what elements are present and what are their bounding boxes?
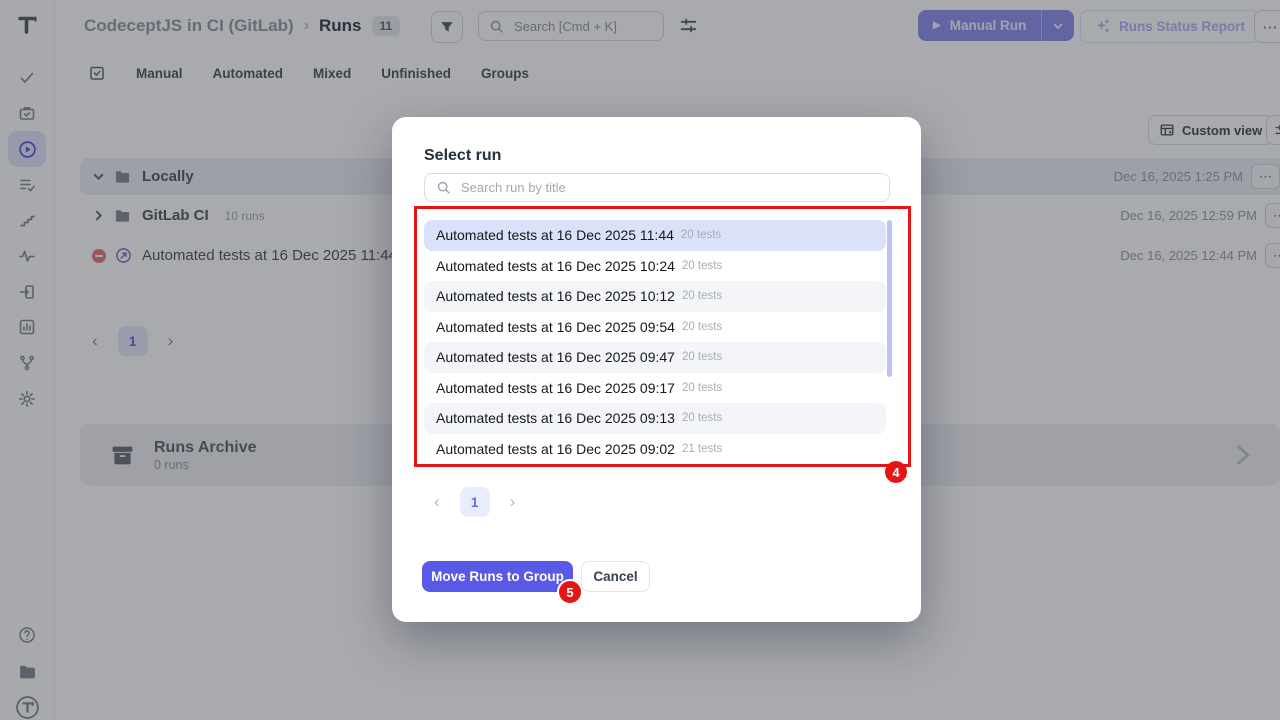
page-next-icon[interactable]: › — [510, 492, 516, 512]
page-number[interactable]: 1 — [460, 487, 490, 517]
search-icon — [436, 180, 451, 195]
annotation-step-4: 4 — [885, 461, 907, 483]
cancel-button[interactable]: Cancel — [581, 561, 650, 592]
app-window: CodeceptJS in CI (GitLab) › Runs 11 ▶ Ma… — [0, 0, 1280, 720]
move-runs-to-group-button[interactable]: Move Runs to Group — [422, 561, 573, 592]
modal-title: Select run — [424, 147, 501, 165]
run-search[interactable] — [424, 173, 890, 202]
run-search-input[interactable] — [459, 179, 878, 196]
annotation-step-5: 5 — [557, 579, 583, 605]
annotation-highlight-box — [414, 206, 911, 467]
modal-pagination: ‹ 1 › — [434, 487, 515, 517]
modal-actions: Move Runs to Group Cancel — [422, 561, 650, 592]
page-prev-icon[interactable]: ‹ — [434, 492, 440, 512]
